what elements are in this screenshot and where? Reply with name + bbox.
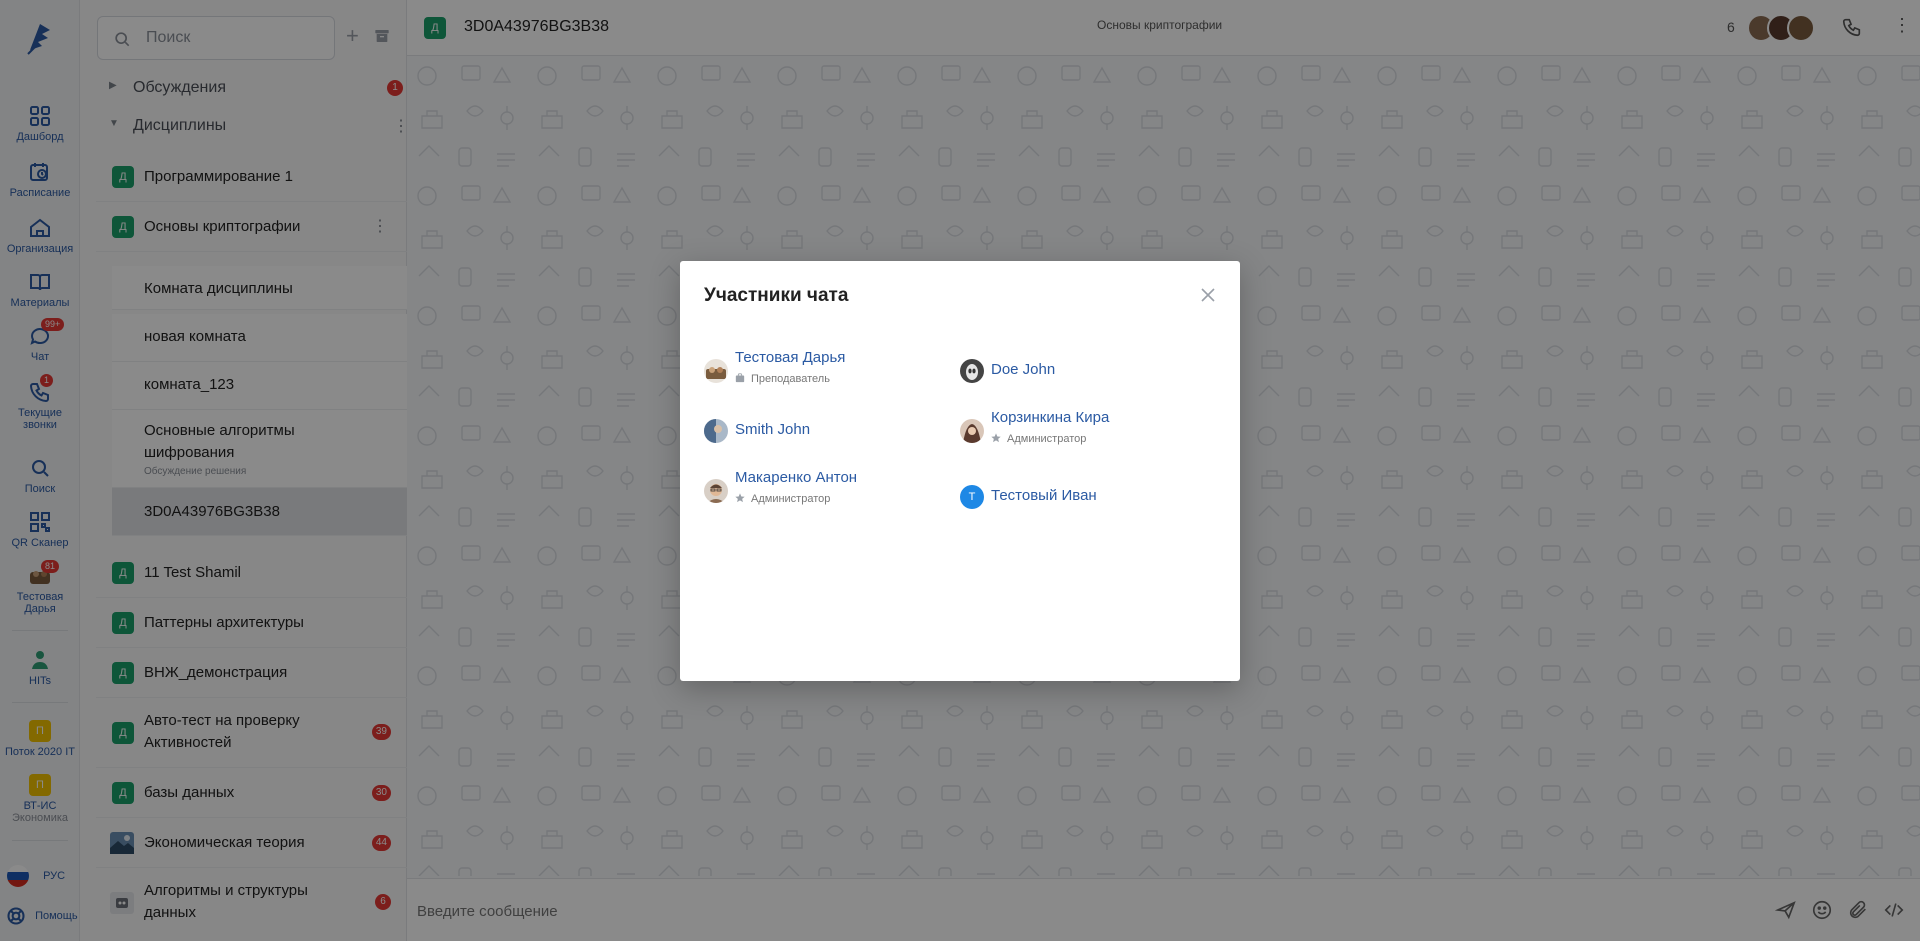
member-item[interactable]: Т Тестовый Иван (960, 469, 1200, 515)
avatar-initial: Т (960, 485, 984, 509)
avatar (960, 359, 984, 383)
avatar (704, 359, 728, 383)
chat-members-dialog: Участники чата Тестовая Дарья Преподават… (680, 261, 1240, 681)
member-role-label: Администратор (751, 493, 831, 505)
member-item[interactable]: Smith John (704, 409, 944, 455)
member-role-label: Администратор (1007, 433, 1087, 445)
member-name: Тестовый Иван (991, 487, 1097, 504)
member-name: Тестовая Дарья (735, 349, 846, 366)
avatar (704, 479, 728, 503)
member-name: Макаренко Антон (735, 469, 858, 486)
member-name: Корзинкина Кира (991, 409, 1110, 426)
member-role: Преподаватель (735, 373, 830, 385)
member-item[interactable]: Макаренко Антон Администратор (704, 469, 944, 515)
dialog-title: Участники чата (704, 285, 849, 306)
avatar (960, 419, 984, 443)
member-name: Smith John (735, 421, 811, 438)
member-item[interactable]: Doe John (960, 349, 1200, 395)
member-role: Администратор (735, 493, 830, 505)
member-role: Администратор (991, 433, 1086, 445)
star-icon (735, 493, 745, 503)
avatar (704, 419, 728, 443)
member-role-label: Преподаватель (751, 373, 830, 385)
star-icon (991, 433, 1001, 443)
member-item[interactable]: Корзинкина Кира Администратор (960, 409, 1200, 455)
briefcase-icon (735, 373, 745, 383)
member-item[interactable]: Тестовая Дарья Преподаватель (704, 349, 944, 395)
close-icon[interactable] (1198, 285, 1218, 305)
member-name: Doe John (991, 361, 1056, 378)
